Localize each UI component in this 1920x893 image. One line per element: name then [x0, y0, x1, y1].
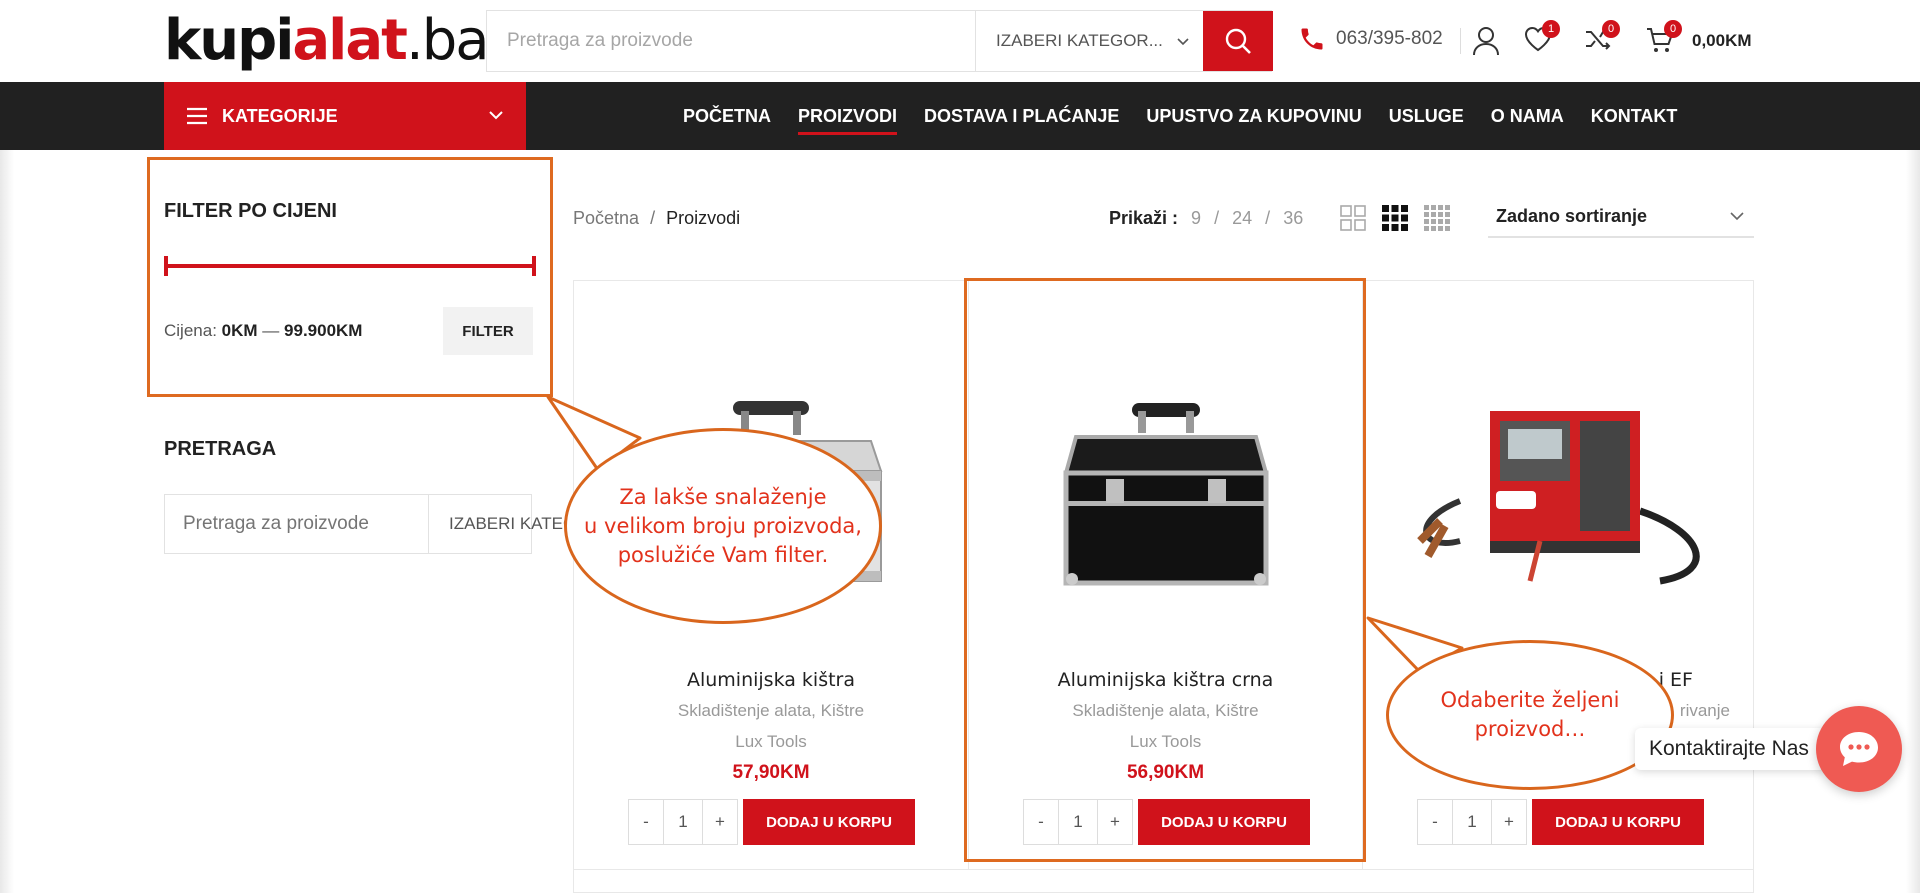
chat-bubble-icon [1840, 732, 1878, 766]
annotation-highlight-product [964, 278, 1366, 862]
logo-part-kupi: kupi [164, 8, 294, 73]
user-icon [1473, 27, 1499, 56]
header-category-select[interactable]: IZABERI KATEGOR... [975, 11, 1203, 71]
annotation-bubble-product: Odaberite željeni proizvod… [1386, 640, 1674, 790]
qty-input[interactable]: 1 [663, 800, 703, 844]
sort-select-value: Zadano sortiranje [1496, 206, 1648, 226]
sidebar-search: IZABERI KATEGOR... [164, 494, 684, 554]
bubble-product-line2: proizvod… [1474, 717, 1586, 741]
qty-plus-button[interactable]: + [1492, 800, 1526, 844]
bubble-filter-line3: poslužiće Vam filter. [617, 542, 829, 567]
chat-label[interactable]: Kontaktirajte Nas [1635, 728, 1825, 770]
phone-number: 063/395-802 [1336, 28, 1443, 49]
wishlist-count-badge: 1 [1542, 20, 1560, 38]
header-search: IZABERI KATEGOR... [486, 10, 1273, 72]
sort-select[interactable]: Zadano sortiranje [1488, 200, 1754, 238]
header-category-select-value: IZABERI KATEGOR... [996, 31, 1163, 50]
chevron-down-icon [1177, 33, 1189, 49]
nav-link-o-nama[interactable]: O NAMA [1491, 106, 1564, 127]
compare-count-badge: 0 [1602, 20, 1620, 38]
sidebar-search-input[interactable] [165, 495, 428, 553]
add-to-cart-button[interactable]: DODAJ U KORPU [743, 799, 915, 845]
breadcrumb-separator: / [650, 208, 656, 228]
compare-button[interactable]: 0 [1584, 20, 1620, 57]
per-page-sep: / [1214, 208, 1220, 228]
quantity-stepper: - 1 + [1417, 799, 1527, 845]
breadcrumb: Početna / Proizvodi [573, 208, 740, 229]
grid-view-switcher [1340, 205, 1450, 231]
chat-label-text: Kontaktirajte Nas [1649, 737, 1809, 760]
per-page-selector: Prikaži : 9 / 24 / 36 [1109, 208, 1303, 229]
product-title[interactable]: Aluminijska kištra [574, 669, 968, 691]
logo-part-alat: alat [292, 8, 408, 73]
header-search-button[interactable] [1203, 11, 1273, 71]
add-to-cart-button[interactable]: DODAJ U KORPU [1532, 799, 1704, 845]
bubble-product-line1: Odaberite željeni [1440, 688, 1620, 712]
logo-part-ba: .ba [405, 8, 490, 73]
grid-3-icon[interactable] [1382, 205, 1408, 231]
cart-count-badge: 0 [1664, 20, 1682, 38]
qty-input[interactable]: 1 [1452, 800, 1492, 844]
nav-link-upustvo[interactable]: UPUSTVO ZA KUPOVINU [1146, 106, 1361, 127]
nav-link-dostava[interactable]: DOSTAVA I PLAĆANJE [924, 106, 1119, 127]
grid-4-icon[interactable] [1424, 205, 1450, 231]
qty-minus-button[interactable]: - [1418, 800, 1452, 844]
nav-link-kontakt[interactable]: KONTAKT [1591, 106, 1678, 127]
per-page-sep: / [1265, 208, 1271, 228]
wishlist-button[interactable]: 1 [1524, 20, 1560, 57]
phone-icon [1301, 28, 1323, 50]
annotation-highlight-filter [147, 157, 553, 397]
breadcrumb-home[interactable]: Početna [573, 208, 639, 228]
header-separator [1460, 28, 1461, 54]
product-brand[interactable]: Lux Tools [574, 732, 968, 752]
search-icon [1225, 28, 1251, 54]
cart-total[interactable]: 0,00KM [1692, 31, 1752, 51]
main-navbar: KATEGORIJE POČETNA PROIZVODI DOSTAVA I P… [0, 82, 1920, 150]
quantity-stepper: - 1 + [628, 799, 738, 845]
bubble-filter-line1: Za lakše snalaženje [619, 484, 827, 509]
grid-2-icon[interactable] [1340, 205, 1366, 231]
nav-link-usluge[interactable]: USLUGE [1389, 106, 1464, 127]
row-divider [574, 869, 1753, 870]
sidebar-search-title: PRETRAGA [164, 438, 277, 460]
nav-links: POČETNA PROIZVODI DOSTAVA I PLAĆANJE UPU… [683, 82, 1704, 150]
site-logo[interactable]: kupialat.ba [164, 6, 490, 76]
categories-menu-button[interactable]: KATEGORIJE [164, 82, 526, 150]
product-categories[interactable]: Skladištenje alata, Kištre [574, 701, 968, 721]
product-price: 57,90KM [732, 762, 810, 783]
categories-menu-label: KATEGORIJE [222, 105, 338, 126]
header-phone[interactable]: 063/395-802 [1298, 24, 1443, 54]
per-page-option-36[interactable]: 36 [1283, 208, 1303, 228]
account-button[interactable] [1472, 26, 1500, 61]
nav-link-pocetna[interactable]: POČETNA [683, 106, 771, 127]
per-page-label: Prikaži : [1109, 208, 1179, 228]
per-page-option-24[interactable]: 24 [1232, 208, 1252, 228]
nav-link-proizvodi[interactable]: PROIZVODI [798, 106, 898, 135]
breadcrumb-current: Proizvodi [666, 208, 741, 228]
product-image[interactable] [1363, 331, 1756, 651]
hamburger-icon [187, 107, 207, 125]
chevron-down-icon [1730, 212, 1744, 221]
per-page-option-9[interactable]: 9 [1191, 208, 1201, 228]
qty-plus-button[interactable]: + [703, 800, 737, 844]
site-header: kupialat.ba IZABERI KATEGOR... 063/395-8… [0, 0, 1920, 82]
annotation-bubble-filter: Za lakše snalaženje u velikom broju proi… [564, 428, 882, 624]
header-search-input[interactable] [487, 11, 975, 71]
chat-button[interactable] [1816, 706, 1902, 792]
bubble-filter-line2: u velikom broju proizvoda, [584, 513, 862, 538]
qty-minus-button[interactable]: - [629, 800, 663, 844]
cart-button[interactable]: 0 [1646, 20, 1682, 59]
chevron-down-icon [489, 111, 503, 120]
